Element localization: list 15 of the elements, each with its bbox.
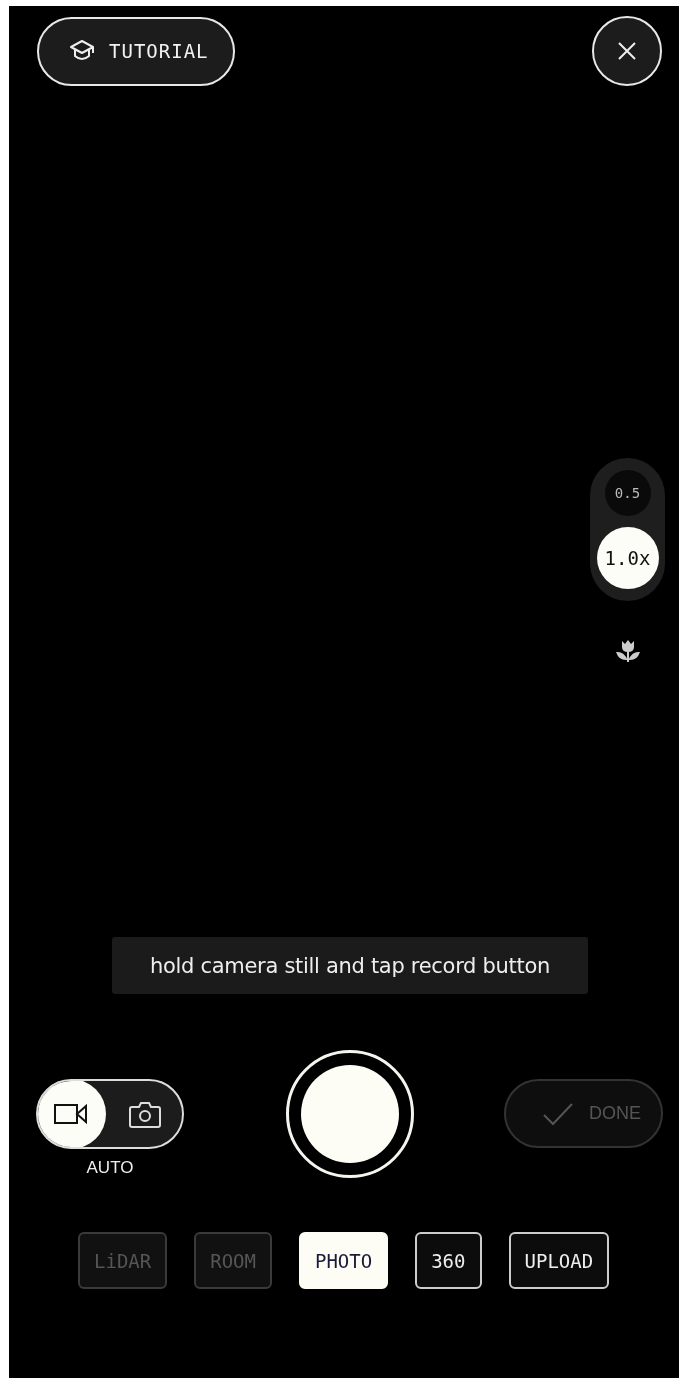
- flower-icon[interactable]: [614, 639, 641, 663]
- zoom-option[interactable]: 1.0x: [596, 527, 659, 590]
- close-icon: [617, 41, 637, 61]
- video-camera-icon: [54, 1103, 88, 1125]
- graduation-cap-icon: [69, 39, 95, 63]
- mode-tab[interactable]: 360: [415, 1232, 482, 1289]
- capture-mode-option[interactable]: [38, 1081, 106, 1147]
- mode-tab[interactable]: PHOTO: [298, 1232, 389, 1289]
- mode-tab[interactable]: UPLOAD: [508, 1232, 610, 1289]
- camera-icon: [129, 1100, 161, 1128]
- checkmark-icon: [542, 1101, 574, 1126]
- tutorial-button[interactable]: TUTORIAL: [37, 16, 235, 86]
- mode-label: AUTO: [86, 1158, 134, 1178]
- zoom-option[interactable]: 0.5: [604, 469, 651, 516]
- hint-text: hold camera still and tap record button: [112, 937, 588, 994]
